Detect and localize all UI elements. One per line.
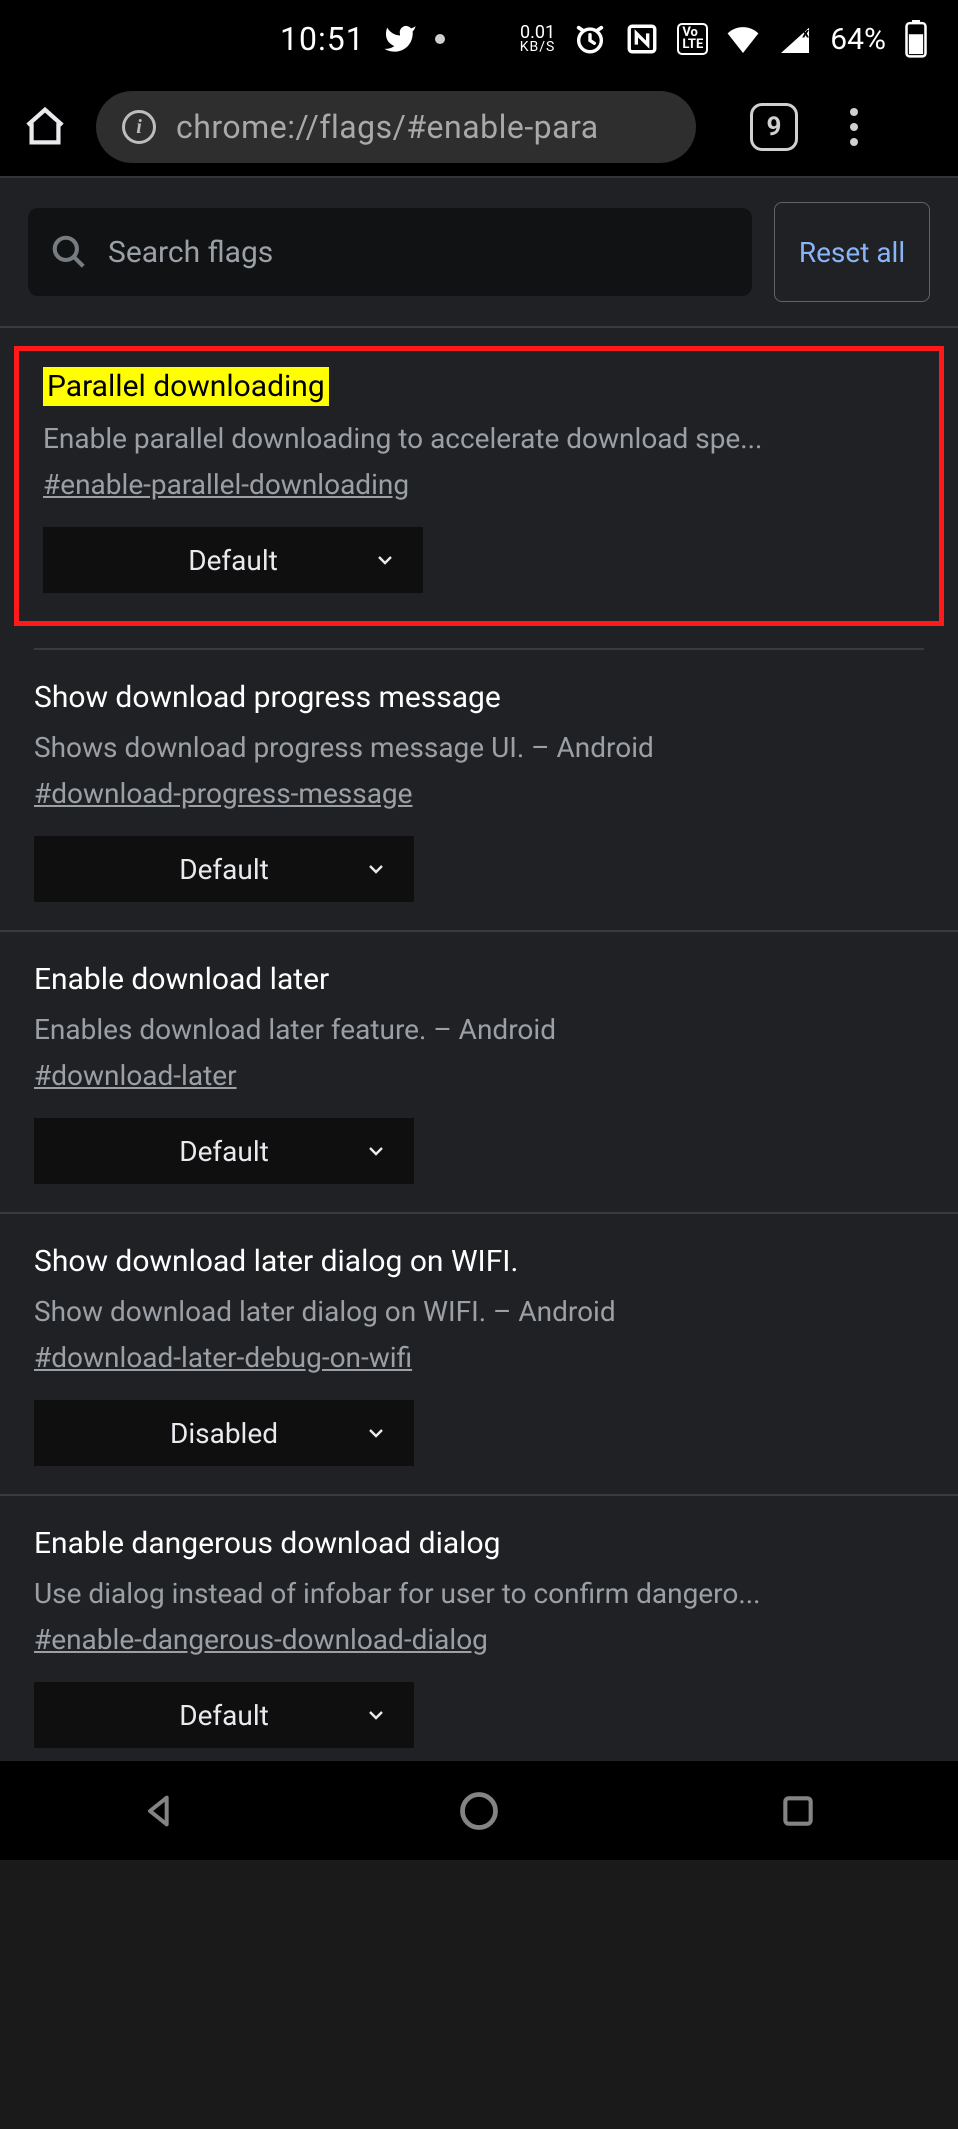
chevron-down-icon: [364, 857, 388, 881]
flag-description: Enable parallel downloading to accelerat…: [43, 418, 915, 460]
flag-title: Show download later dialog on WIFI.: [34, 1244, 518, 1279]
url-bar[interactable]: i chrome://flags/#enable-para: [96, 91, 696, 163]
home-nav-button[interactable]: [453, 1785, 505, 1837]
flag-title: Show download progress message: [34, 680, 501, 715]
flag-description: Shows download progress message UI. – An…: [34, 727, 924, 769]
volte-icon: VoLTE: [677, 23, 708, 54]
flag-select-value: Disabled: [170, 1417, 278, 1450]
battery-percentage: 64%: [830, 22, 886, 57]
flag-hash-link[interactable]: #download-progress-message: [34, 777, 413, 810]
recents-button[interactable]: [772, 1785, 824, 1837]
alarm-icon: [573, 22, 607, 56]
tab-count-label: 9: [767, 112, 782, 142]
url-text: chrome://flags/#enable-para: [176, 108, 599, 146]
dot-icon: [435, 34, 445, 44]
flag-description: Use dialog instead of infobar for user t…: [34, 1573, 924, 1615]
flag-item: Enable download later Enables download l…: [0, 932, 958, 1214]
flag-select[interactable]: Default: [34, 836, 414, 902]
search-icon: [50, 233, 88, 271]
back-button[interactable]: [134, 1785, 186, 1837]
chevron-down-icon: [373, 548, 397, 572]
flag-item: Enable dangerous download dialog Use dia…: [0, 1496, 958, 1760]
flag-description: Show download later dialog on WIFI. – An…: [34, 1291, 924, 1333]
twitter-icon: [383, 22, 417, 56]
reset-all-label: Reset all: [799, 235, 905, 270]
reset-all-button[interactable]: Reset all: [774, 202, 930, 302]
flag-title: Parallel downloading: [43, 367, 329, 406]
flag-title: Enable download later: [34, 962, 329, 997]
flag-description: Enables download later feature. – Androi…: [34, 1009, 924, 1051]
flags-search-row: Search flags Reset all: [0, 178, 958, 328]
network-speed-indicator: 0.01 KB/S: [520, 25, 556, 54]
search-input[interactable]: Search flags: [28, 208, 752, 296]
flag-item: Parallel downloading Enable parallel dow…: [37, 367, 921, 593]
flag-select[interactable]: Disabled: [34, 1400, 414, 1466]
flag-hash-link[interactable]: #download-later-debug-on-wifi: [34, 1341, 412, 1374]
search-placeholder: Search flags: [108, 235, 273, 270]
highlighted-flag-box: Parallel downloading Enable parallel dow…: [14, 346, 944, 626]
browser-toolbar: i chrome://flags/#enable-para 9: [0, 78, 958, 178]
signal-icon: x: [778, 25, 812, 53]
android-status-bar: 10:51 0.01 KB/S VoLTE x 64%: [0, 0, 958, 78]
chevron-down-icon: [364, 1703, 388, 1727]
svg-text:x: x: [802, 26, 810, 42]
flag-select[interactable]: Default: [43, 527, 423, 593]
site-info-icon[interactable]: i: [122, 110, 156, 144]
flag-select-value: Default: [188, 544, 278, 577]
wifi-icon: [726, 25, 760, 53]
flag-item: Show download progress message Shows dow…: [0, 650, 958, 932]
overflow-menu-button[interactable]: [834, 108, 874, 146]
flag-hash-link[interactable]: #download-later: [34, 1059, 237, 1092]
nfc-icon: [625, 22, 659, 56]
battery-icon: [904, 20, 928, 58]
home-button[interactable]: [18, 100, 72, 154]
flag-select-value: Default: [179, 853, 269, 886]
status-time: 10:51: [280, 20, 365, 58]
android-nav-bar: [0, 1760, 958, 1860]
chevron-down-icon: [364, 1421, 388, 1445]
chevron-down-icon: [364, 1139, 388, 1163]
flag-select[interactable]: Default: [34, 1118, 414, 1184]
flag-select[interactable]: Default: [34, 1682, 414, 1748]
page-content: Search flags Reset all Parallel download…: [0, 178, 958, 1760]
flag-title: Enable dangerous download dialog: [34, 1526, 500, 1561]
flag-hash-link[interactable]: #enable-parallel-downloading: [43, 468, 409, 501]
flag-select-value: Default: [179, 1699, 269, 1732]
flag-select-value: Default: [179, 1135, 269, 1168]
flag-item: Show download later dialog on WIFI. Show…: [0, 1214, 958, 1496]
tab-switcher-button[interactable]: 9: [750, 103, 798, 151]
flag-hash-link[interactable]: #enable-dangerous-download-dialog: [34, 1623, 488, 1656]
